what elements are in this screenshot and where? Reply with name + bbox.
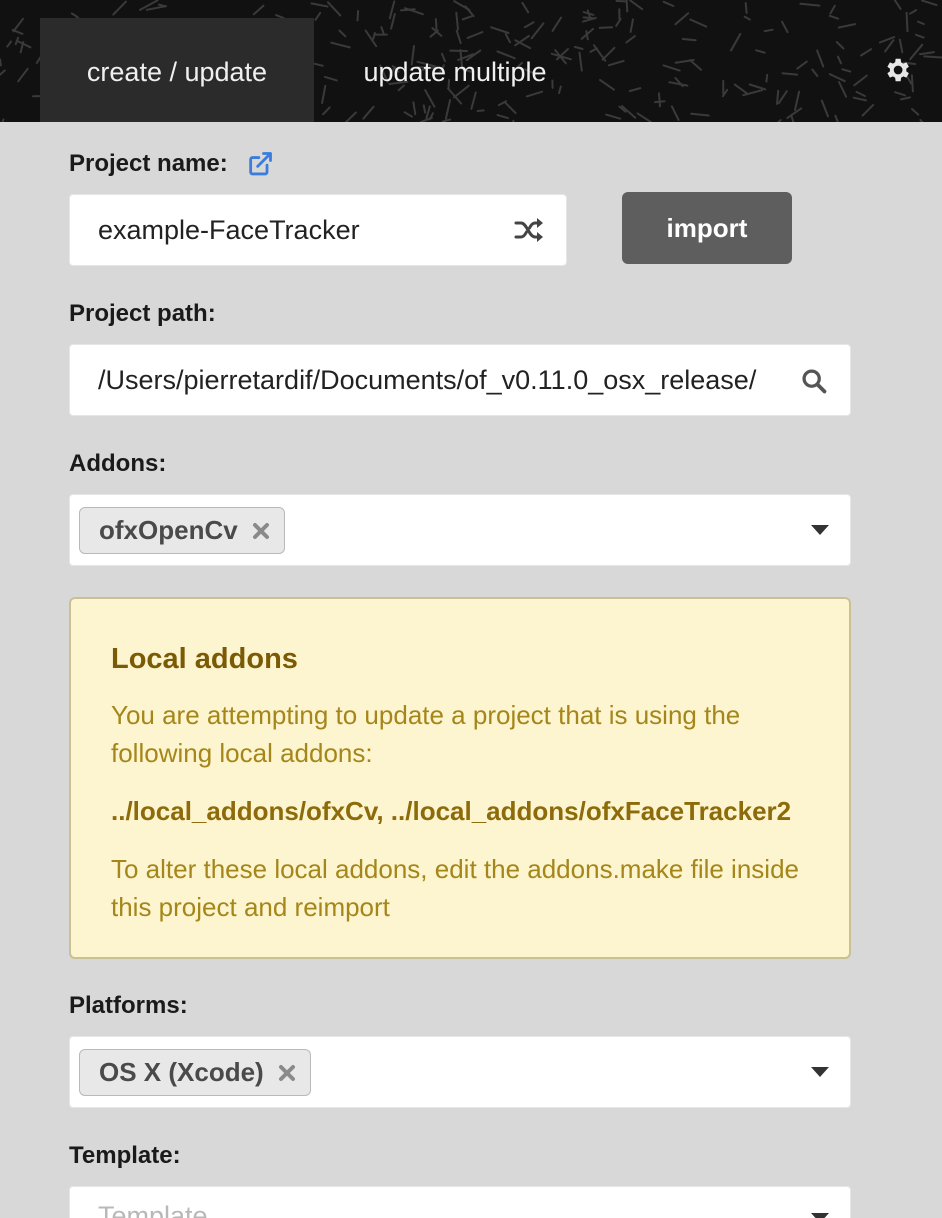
platforms-label-text: Platforms: [69, 992, 188, 1019]
tab-create-update-label: create / update [86, 56, 268, 87]
search-icon[interactable] [800, 367, 828, 395]
platform-chip: OS X (Xcode) [79, 1049, 311, 1096]
addons-select[interactable]: ofxOpenCv [69, 494, 851, 566]
project-path-label-text: Project path: [69, 300, 216, 327]
addons-label-text: Addons: [69, 450, 167, 477]
tab-create-update[interactable]: create / update [40, 18, 314, 122]
import-button[interactable]: import [622, 192, 792, 264]
project-name-input[interactable]: example-FaceTracker [69, 194, 567, 266]
shuffle-icon[interactable] [514, 217, 544, 243]
tab-update-multiple-label: update multiple [363, 56, 547, 87]
dropdown-caret-icon[interactable] [811, 525, 829, 535]
remove-icon[interactable] [252, 522, 270, 540]
platform-chip-label: OS X (Xcode) [99, 1057, 264, 1087]
top-bar: create / update update multiple [0, 0, 942, 122]
warning-title: Local addons [111, 643, 298, 675]
local-addons-warning: Local addons You are attempting to updat… [69, 597, 851, 959]
addon-chip: ofxOpenCv [79, 507, 285, 554]
dropdown-caret-icon[interactable] [811, 1213, 829, 1218]
remove-icon[interactable] [278, 1064, 296, 1082]
project-path-value: /Users/pierretardif/Documents/of_v0.11.0… [98, 364, 757, 395]
project-name-label: Project name: [69, 150, 228, 178]
project-path-label: Project path: [69, 300, 216, 328]
addons-label: Addons: [69, 450, 166, 478]
platforms-select[interactable]: OS X (Xcode) [69, 1036, 851, 1108]
project-path-input[interactable]: /Users/pierretardif/Documents/of_v0.11.0… [69, 344, 851, 416]
platforms-label: Platforms: [69, 992, 188, 1020]
project-name-label-text: Project name: [69, 150, 228, 177]
gear-icon[interactable] [882, 55, 912, 85]
external-link-icon[interactable] [246, 150, 274, 178]
project-name-value: example-FaceTracker [98, 214, 360, 245]
tab-update-multiple[interactable]: update multiple [330, 18, 580, 122]
template-label: Template: [69, 1142, 181, 1170]
template-placeholder: Template [98, 1201, 208, 1218]
template-select[interactable]: Template [69, 1186, 851, 1218]
warning-paths: ../local_addons/ofxCv, ../local_addons/o… [111, 796, 792, 826]
warning-message: You are attempting to update a project t… [111, 700, 741, 768]
warning-instructions: To alter these local addons, edit the ad… [111, 854, 799, 922]
addon-chip-label: ofxOpenCv [99, 515, 238, 545]
template-label-text: Template: [69, 1142, 181, 1169]
dropdown-caret-icon[interactable] [811, 1067, 829, 1077]
